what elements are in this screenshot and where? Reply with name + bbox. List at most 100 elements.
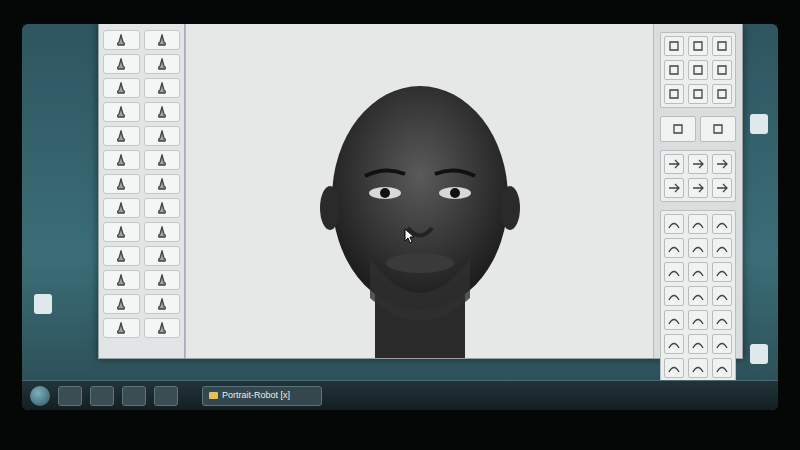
nose-thumbnail[interactable] — [144, 126, 181, 146]
desktop: Portrait-Robot [x] — [22, 24, 778, 410]
nose-icon — [155, 130, 169, 142]
shape-tool-button[interactable] — [712, 310, 732, 330]
shape-tool-button[interactable] — [664, 310, 684, 330]
shape-tool-button[interactable] — [712, 238, 732, 258]
tool-tool-button[interactable] — [688, 84, 708, 104]
arrow-tool-button[interactable] — [688, 178, 708, 198]
arrow-tool-button[interactable] — [712, 154, 732, 174]
taskbar-button[interactable] — [90, 386, 114, 406]
nose-thumbnail[interactable] — [103, 246, 140, 266]
tool-tool-button[interactable] — [664, 60, 684, 80]
nose-icon — [155, 322, 169, 334]
nose-thumbnail[interactable] — [144, 294, 181, 314]
shape-icon — [667, 266, 681, 278]
shape-tool-button[interactable] — [688, 286, 708, 306]
nose-thumbnail[interactable] — [103, 294, 140, 314]
nose-icon — [155, 178, 169, 190]
tool-tool-button[interactable] — [688, 60, 708, 80]
nose-thumbnail[interactable] — [144, 78, 181, 98]
arrow-tool-button[interactable] — [712, 178, 732, 198]
face-canvas[interactable] — [185, 24, 654, 358]
tool-tool-button[interactable] — [664, 36, 684, 56]
shape-tool-button[interactable] — [712, 262, 732, 282]
nose-thumbnail[interactable] — [103, 150, 140, 170]
shape-icon — [691, 362, 705, 374]
nose-icon — [155, 250, 169, 262]
shape-icon — [715, 218, 729, 230]
tool-tool-button[interactable] — [712, 60, 732, 80]
desktop-folder-icon[interactable] — [750, 344, 768, 364]
taskbar: Portrait-Robot [x] — [22, 380, 778, 410]
nose-thumbnail[interactable] — [144, 318, 181, 338]
start-button[interactable] — [30, 386, 50, 406]
nose-icon — [114, 226, 128, 238]
tool-icon — [715, 64, 729, 76]
tool-tool-button[interactable] — [700, 116, 736, 142]
shape-icon — [691, 338, 705, 350]
tool-tool-button[interactable] — [660, 116, 696, 142]
shape-tool-button[interactable] — [688, 358, 708, 378]
taskbar-button[interactable] — [58, 386, 82, 406]
nose-thumbnail[interactable] — [103, 54, 140, 74]
nose-thumbnail[interactable] — [144, 198, 181, 218]
nose-thumbnail[interactable] — [103, 30, 140, 50]
nose-thumbnail[interactable] — [103, 102, 140, 122]
nose-thumbnail[interactable] — [144, 150, 181, 170]
shape-tool-button[interactable] — [712, 286, 732, 306]
nose-thumbnail[interactable] — [144, 174, 181, 194]
nose-icon — [155, 298, 169, 310]
taskbar-button[interactable] — [122, 386, 146, 406]
nose-thumbnail[interactable] — [144, 54, 181, 74]
shape-tool-button[interactable] — [688, 238, 708, 258]
nose-icon — [155, 202, 169, 214]
shape-tool-button[interactable] — [688, 214, 708, 234]
tool-tool-button[interactable] — [712, 36, 732, 56]
nose-icon — [155, 82, 169, 94]
nose-thumbnail[interactable] — [103, 318, 140, 338]
nose-thumbnail[interactable] — [144, 270, 181, 290]
tool-icon — [691, 88, 705, 100]
shape-icon — [715, 242, 729, 254]
taskbar-task[interactable]: Portrait-Robot [x] — [202, 386, 322, 406]
nose-thumbnail[interactable] — [144, 246, 181, 266]
shape-tool-button[interactable] — [688, 262, 708, 282]
tool-tool-button[interactable] — [688, 36, 708, 56]
shape-tool-button[interactable] — [664, 334, 684, 354]
shape-tool-button[interactable] — [664, 358, 684, 378]
shape-tool-button[interactable] — [664, 214, 684, 234]
nose-icon — [155, 58, 169, 70]
arrow-tool-button[interactable] — [664, 178, 684, 198]
arrow-icon — [667, 182, 681, 194]
portrait-robot-window — [98, 24, 743, 359]
nose-thumbnail[interactable] — [144, 222, 181, 242]
shape-tool-button[interactable] — [712, 334, 732, 354]
nose-thumbnail[interactable] — [103, 126, 140, 146]
shape-tool-button[interactable] — [688, 334, 708, 354]
nose-icon — [155, 34, 169, 46]
desktop-shortcut-icon[interactable] — [34, 294, 52, 314]
nose-thumbnail[interactable] — [103, 222, 140, 242]
shape-tool-button[interactable] — [664, 262, 684, 282]
shape-icon — [667, 314, 681, 326]
arrow-icon — [667, 158, 681, 170]
nose-thumbnail[interactable] — [103, 270, 140, 290]
arrow-tool-button[interactable] — [688, 154, 708, 174]
nose-icon — [114, 34, 128, 46]
nose-thumbnail[interactable] — [144, 30, 181, 50]
arrow-icon — [715, 182, 729, 194]
nose-thumbnail[interactable] — [103, 78, 140, 98]
tool-tool-button[interactable] — [664, 84, 684, 104]
desktop-drive-icon[interactable] — [750, 114, 768, 134]
shape-icon — [667, 338, 681, 350]
shape-tool-button[interactable] — [664, 238, 684, 258]
shape-tool-button[interactable] — [712, 214, 732, 234]
arrow-tool-button[interactable] — [664, 154, 684, 174]
nose-thumbnail[interactable] — [144, 102, 181, 122]
shape-tool-button[interactable] — [664, 286, 684, 306]
shape-tool-button[interactable] — [712, 358, 732, 378]
taskbar-button[interactable] — [154, 386, 178, 406]
shape-tool-button[interactable] — [688, 310, 708, 330]
tool-tool-button[interactable] — [712, 84, 732, 104]
nose-thumbnail[interactable] — [103, 174, 140, 194]
nose-thumbnail[interactable] — [103, 198, 140, 218]
